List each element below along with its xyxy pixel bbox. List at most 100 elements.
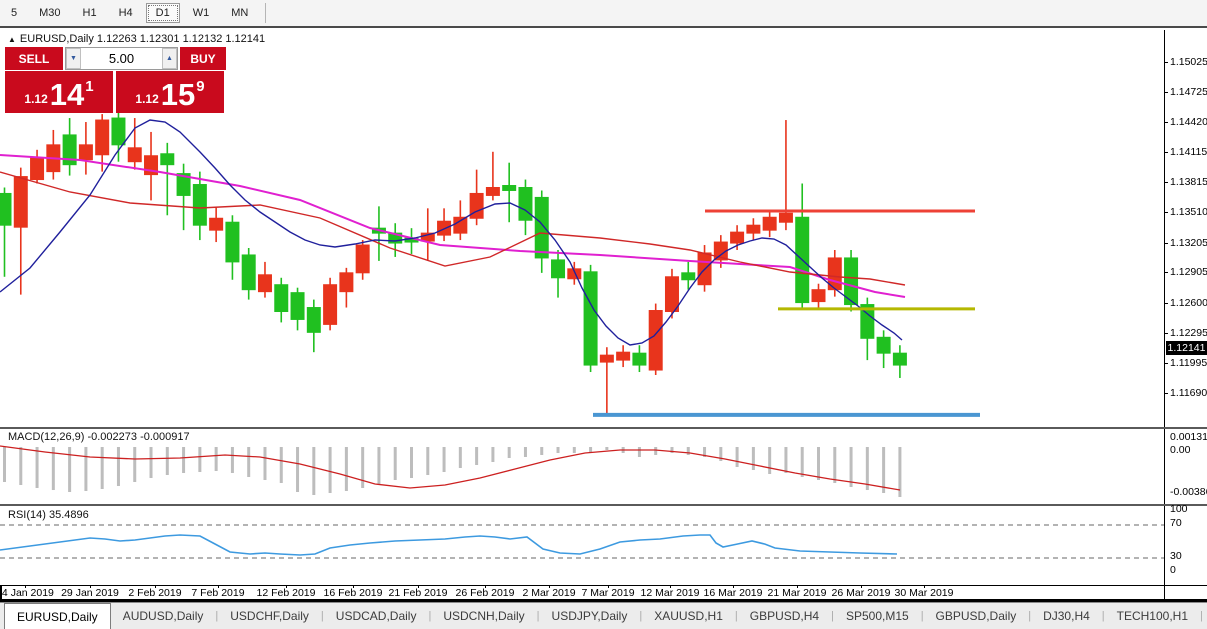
- date-axis-tick: [90, 585, 91, 588]
- macd-histogram-bar: [296, 447, 299, 492]
- tab-usdcad-daily[interactable]: USDCAD,Daily: [324, 603, 429, 629]
- macd-label: MACD(12,26,9) -0.002273 -0.000917: [8, 431, 190, 443]
- bid-pip-digit: 1: [85, 78, 93, 95]
- price-axis-tick: [1164, 62, 1168, 63]
- price-axis-label: 1.11690: [1170, 387, 1207, 399]
- date-axis-label: 29 Jan 2019: [53, 587, 127, 599]
- macd-histogram-bar: [377, 447, 380, 485]
- date-axis-label: 12 Feb 2019: [249, 587, 323, 599]
- tab-gbpusd-daily[interactable]: GBPUSD,Daily: [924, 603, 1029, 629]
- bid-price-button[interactable]: 1.12 14 1: [5, 71, 113, 113]
- collapse-arrow-icon[interactable]: ▲: [8, 35, 16, 44]
- macd-histogram-bar: [182, 447, 185, 473]
- macd-histogram-bar: [263, 447, 266, 480]
- macd-histogram-bar: [247, 447, 250, 477]
- macd-histogram-bar: [329, 447, 332, 493]
- macd-histogram-bar: [475, 447, 478, 465]
- timeframe-mn[interactable]: MN: [222, 4, 257, 22]
- ask-pip-digit: 9: [196, 78, 204, 95]
- tab-eurusd-daily[interactable]: EURUSD,Daily: [4, 603, 111, 629]
- volume-decrease-icon[interactable]: ▼: [66, 48, 81, 69]
- tab-dj30-h4[interactable]: DJ30,H4: [1031, 603, 1102, 629]
- macd-histogram-bar: [801, 447, 804, 477]
- tab-tech100-h1[interactable]: TECH100,H1: [1105, 603, 1200, 629]
- date-axis-tick: [418, 585, 419, 588]
- timeframe-h4[interactable]: H4: [110, 4, 142, 22]
- macd-histogram-bar: [687, 447, 690, 455]
- price-axis-label: 1.12600: [1170, 297, 1207, 309]
- trading-platform-window: 5M30H1H4D1W1MN ▲EURUSD,Daily 1.12263 1.1…: [0, 0, 1207, 629]
- timeframe-h1[interactable]: H1: [74, 4, 106, 22]
- macd-histogram-bar: [573, 447, 576, 453]
- macd-histogram-bar: [117, 447, 120, 486]
- date-axis-tick: [485, 585, 486, 588]
- timeframe-d1[interactable]: D1: [146, 3, 180, 23]
- candle[interactable]: [584, 265, 597, 372]
- bid-big-digits: 14: [50, 81, 84, 109]
- macd-histogram-bar: [84, 447, 87, 491]
- macd-histogram-bar: [68, 447, 71, 492]
- timeframe-w1[interactable]: W1: [184, 4, 219, 22]
- volume-increase-icon[interactable]: ▲: [162, 48, 177, 69]
- macd-histogram-bar: [508, 447, 511, 458]
- macd-histogram-bar: [345, 447, 348, 491]
- rsi-indicator-pane[interactable]: [0, 506, 1164, 585]
- macd-histogram-bar: [784, 447, 787, 473]
- rsi-label: RSI(14) 35.4896: [8, 509, 89, 521]
- price-axis-label: 1.13510: [1170, 206, 1207, 218]
- price-axis-label: 1.14420: [1170, 116, 1207, 128]
- date-axis-tick: [353, 585, 354, 588]
- macd-histogram-bar: [280, 447, 283, 483]
- date-axis-separator: [0, 585, 1207, 586]
- timeframe-m30[interactable]: M30: [30, 4, 69, 22]
- tab-sp500-m15[interactable]: SP500,M15: [834, 603, 921, 629]
- macd-histogram-bar: [19, 447, 22, 485]
- candle[interactable]: [665, 269, 678, 319]
- price-axis-tick: [1164, 363, 1168, 364]
- tab-audusd-daily[interactable]: AUDUSD,Daily: [111, 603, 216, 629]
- tab-usdcnh-daily[interactable]: USDCNH,Daily: [431, 603, 536, 629]
- macd-histogram-bar: [768, 447, 771, 474]
- volume-input[interactable]: 5.00: [81, 48, 162, 69]
- price-axis-label: 1.13815: [1170, 176, 1207, 188]
- price-axis-tick: [1164, 243, 1168, 244]
- date-axis-label: 7 Feb 2019: [181, 587, 255, 599]
- indicator-axis-label: 100: [1170, 503, 1188, 515]
- bid-prefix: 1.12: [24, 92, 47, 106]
- macd-histogram-bar: [736, 447, 739, 467]
- macd-histogram-bar: [557, 447, 560, 453]
- date-axis-tick: [924, 585, 925, 588]
- price-axis-label: 1.12905: [1170, 266, 1207, 278]
- candle[interactable]: [845, 250, 858, 312]
- price-axis-tick: [1164, 122, 1168, 123]
- volume-spinner: ▼ 5.00 ▲: [65, 47, 178, 70]
- tab-usdjpy-daily[interactable]: USDJPY,Daily: [540, 603, 640, 629]
- macd-histogram-bar: [3, 447, 6, 482]
- candle[interactable]: [649, 304, 662, 375]
- price-axis-tick: [1164, 92, 1168, 93]
- macd-histogram-bar: [491, 447, 494, 462]
- price-axis-label: 1.11995: [1170, 357, 1207, 369]
- date-axis-tick: [733, 585, 734, 588]
- tab-usdchf-daily[interactable]: USDCHF,Daily: [218, 603, 321, 629]
- macd-histogram-bar: [394, 447, 397, 480]
- macd-histogram-bar: [817, 447, 820, 480]
- price-axis-label: 1.15025: [1170, 56, 1207, 68]
- date-axis-tick: [286, 585, 287, 588]
- date-axis-label: 16 Mar 2019: [696, 587, 770, 599]
- candle[interactable]: [324, 278, 337, 331]
- tab-xauusd-h1[interactable]: XAUUSD,H1: [642, 603, 735, 629]
- macd-histogram-bar: [361, 447, 364, 488]
- ask-price-button[interactable]: 1.12 15 9: [116, 71, 224, 113]
- date-axis-tick: [797, 585, 798, 588]
- indicator-axis-label: 0: [1170, 564, 1176, 576]
- date-axis-tick: [218, 585, 219, 588]
- macd-histogram-bar: [833, 447, 836, 483]
- buy-button[interactable]: BUY: [180, 47, 226, 70]
- sell-button[interactable]: SELL: [5, 47, 63, 70]
- tab-ui[interactable]: UI: [1203, 603, 1207, 629]
- tab-gbpusd-h4[interactable]: GBPUSD,H4: [738, 603, 831, 629]
- date-axis-tick: [549, 585, 550, 588]
- price-axis-tick: [1164, 303, 1168, 304]
- timeframe-5[interactable]: 5: [2, 4, 26, 22]
